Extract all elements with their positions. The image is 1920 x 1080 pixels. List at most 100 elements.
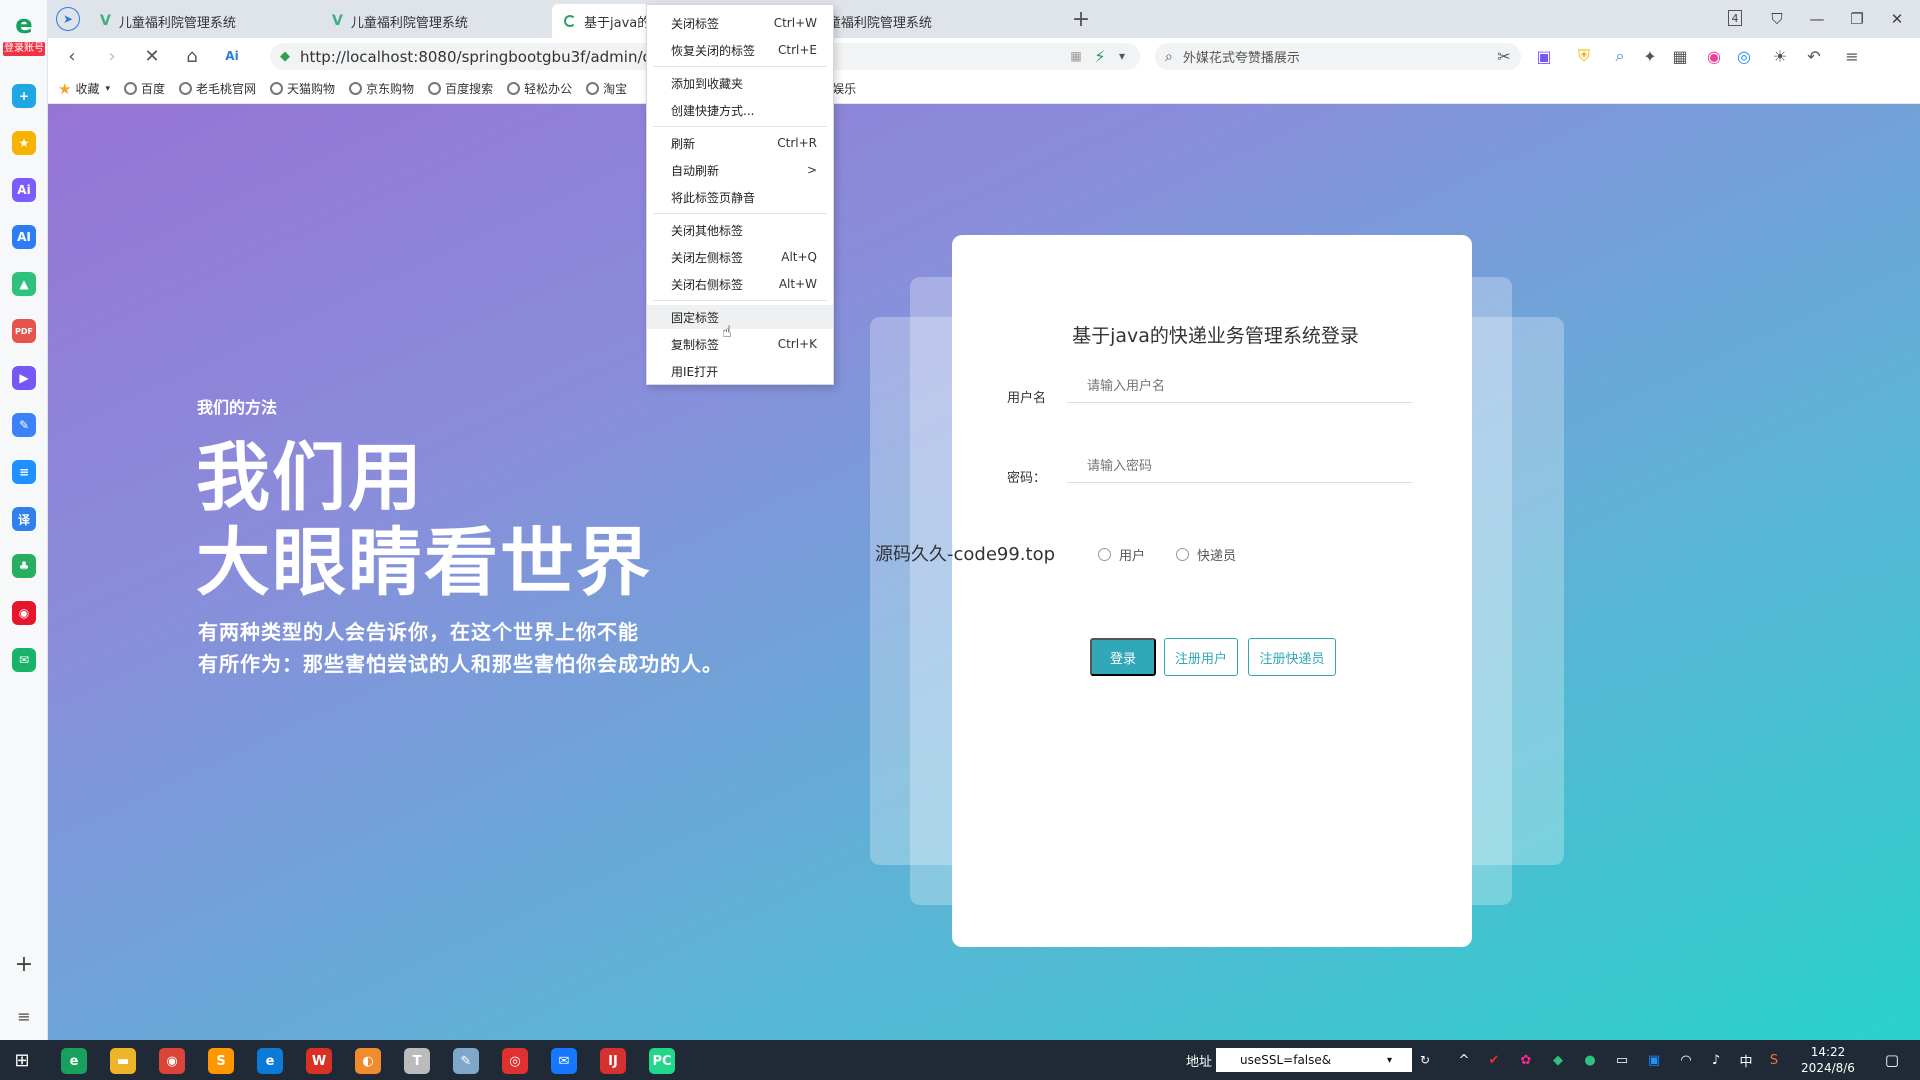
taskbar-netease[interactable]: ◎ — [502, 1048, 528, 1074]
search-box[interactable]: ⌕ 外媒花式夸赞播展示 — [1155, 43, 1521, 70]
translate-icon[interactable]: 译 — [12, 507, 36, 531]
brightness-icon[interactable]: ☀ — [1768, 44, 1792, 68]
tray-flower-icon[interactable]: ✿ — [1516, 1050, 1536, 1070]
taskbar-typora[interactable]: T — [404, 1048, 430, 1074]
bookmark-item[interactable]: 百度 — [124, 80, 165, 97]
taskbar-game[interactable]: ◐ — [355, 1048, 381, 1074]
tray-green-icon[interactable]: ◆ — [1548, 1050, 1568, 1070]
menu-item[interactable]: 关闭其他标签 — [647, 218, 833, 242]
add-app-icon[interactable]: + — [12, 952, 36, 977]
menu-item[interactable]: 关闭右侧标签 Alt+W — [647, 272, 833, 296]
back-icon[interactable]: ‹ — [60, 44, 84, 68]
tab-count-badge[interactable]: 4 — [1728, 10, 1742, 26]
restore-icon[interactable]: ❐ — [1844, 6, 1870, 32]
bookmark-item[interactable]: ★ 收藏 ▾ — [58, 80, 110, 98]
bookmark-item[interactable]: 老毛桃官网 — [179, 80, 256, 97]
sogou-ime-icon[interactable]: S — [1764, 1050, 1784, 1070]
browser-logo[interactable]: e 登录账号 — [2, 10, 46, 60]
taskbar-file-explorer[interactable]: ▬ — [110, 1048, 136, 1074]
system-clock[interactable]: 14:22 2024/8/6 — [1786, 1044, 1870, 1076]
undo-icon[interactable]: ↶ — [1802, 44, 1826, 68]
shield-icon[interactable]: ⛨ — [1572, 44, 1596, 68]
apps-grid-icon[interactable]: ▦ — [1668, 44, 1692, 68]
qr-code-icon[interactable]: ▦ — [1064, 44, 1088, 68]
tray-wechat-icon[interactable]: ● — [1580, 1050, 1600, 1070]
main-menu-icon[interactable]: ≡ — [1840, 44, 1864, 68]
register-courier-button[interactable]: 注册快递员 — [1248, 638, 1336, 676]
menu-item[interactable]: 复制标签 Ctrl+K — [647, 332, 833, 356]
taskbar-address-value[interactable]: useSSL=false& — [1240, 1053, 1331, 1067]
stop-loading-icon[interactable]: ✕ — [140, 44, 164, 68]
bookmark-item[interactable]: 淘宝 — [586, 80, 627, 97]
taskbar-intellij[interactable]: IJ — [600, 1048, 626, 1074]
ai-assistant-icon[interactable]: Ai — [12, 178, 36, 202]
menu-item[interactable]: 用IE打开 — [647, 359, 833, 383]
home-icon[interactable]: ⌂ — [180, 44, 204, 68]
bookmark-item[interactable]: 百度搜索 — [428, 80, 493, 97]
menu-item[interactable]: 关闭左侧标签 Alt+Q — [647, 245, 833, 269]
mail-icon[interactable]: ✉ — [12, 648, 36, 672]
wifi-icon[interactable]: ◠ — [1676, 1050, 1696, 1070]
menu-item[interactable]: 创建快捷方式... — [647, 98, 833, 122]
new-tab-icon[interactable]: + — [1068, 6, 1094, 32]
forward-icon[interactable]: › — [100, 44, 124, 68]
tab-2[interactable]: V 儿童福利院管理系统 — [320, 4, 550, 38]
speed-mode-icon[interactable]: ⚡ — [1088, 44, 1112, 68]
tab-1[interactable]: V 儿童福利院管理系统 — [88, 4, 318, 38]
role-radio-courier[interactable]: 快递员 — [1176, 545, 1236, 564]
role-radio-user[interactable]: 用户 — [1098, 545, 1145, 564]
menu-list-icon[interactable]: ≡ — [12, 1004, 36, 1028]
pdf-icon[interactable]: PDF — [12, 319, 36, 343]
taskbar-edge[interactable]: e — [257, 1048, 283, 1074]
cut-icon[interactable]: ✂ — [1492, 44, 1516, 68]
address-url[interactable]: http://localhost:8080/springbootgbu3f/ad… — [300, 48, 675, 66]
notification-icon[interactable]: ▢ — [1880, 1048, 1904, 1072]
skin-icon[interactable]: ⛉ — [1764, 6, 1790, 32]
taskbar-address-input[interactable]: useSSL=false& ▾ ↻ — [1216, 1048, 1430, 1072]
menu-item[interactable]: 将此标签页静音 — [647, 185, 833, 209]
tray-expand-icon[interactable]: ^ — [1454, 1050, 1474, 1070]
taskbar-chrome[interactable]: ◉ — [159, 1048, 185, 1074]
close-window-icon[interactable]: ✕ — [1884, 6, 1910, 32]
menu-item[interactable]: 自动刷新 > — [647, 158, 833, 182]
tray-antivirus-icon[interactable]: ✔ — [1484, 1050, 1504, 1070]
username-input[interactable] — [1067, 371, 1412, 403]
taskbar-notes[interactable]: ✎ — [453, 1048, 479, 1074]
login-account-badge[interactable]: 登录账号 — [3, 42, 45, 56]
menu-item[interactable]: 恢复关闭的标签 Ctrl+E — [647, 38, 833, 62]
app-add-icon[interactable]: + — [12, 84, 36, 108]
password-input[interactable] — [1067, 451, 1412, 483]
ie-icon[interactable]: ◎ — [1732, 44, 1756, 68]
ai-icon[interactable]: Ai — [220, 44, 244, 68]
colorful-app-icon[interactable]: ◉ — [1702, 44, 1726, 68]
image-icon[interactable]: ▲ — [12, 272, 36, 296]
game-icon[interactable]: ♣ — [12, 554, 36, 578]
favorites-icon[interactable]: ★ — [12, 131, 36, 155]
video-icon[interactable]: ▶ — [12, 366, 36, 390]
translate-tool-icon[interactable]: ▣ — [1532, 44, 1556, 68]
tray-battery-icon[interactable]: ▭ — [1612, 1050, 1632, 1070]
site-security-icon[interactable]: ◆ — [280, 49, 290, 64]
bookmark-item[interactable]: 轻松办公 — [507, 80, 572, 97]
menu-item[interactable]: 添加到收藏夹 — [647, 71, 833, 95]
radio-circle[interactable] — [1098, 548, 1111, 561]
find-icon[interactable]: ⌕ — [1608, 44, 1632, 68]
bookmark-item[interactable]: 天猫购物 — [270, 80, 335, 97]
menu-item[interactable]: 固定标签 — [647, 305, 833, 329]
taskbar-qq-mail[interactable]: ✉ — [551, 1048, 577, 1074]
notes-icon[interactable]: ✎ — [12, 413, 36, 437]
chevron-down-icon[interactable]: ▾ — [105, 84, 110, 94]
register-user-button[interactable]: 注册用户 — [1164, 638, 1238, 676]
taskbar-sublime[interactable]: S — [208, 1048, 234, 1074]
extensions-icon[interactable]: ✦ — [1638, 44, 1662, 68]
taskbar-browser-360[interactable]: e — [61, 1048, 87, 1074]
minimize-icon[interactable]: — — [1804, 6, 1830, 32]
login-button[interactable]: 登录 — [1090, 638, 1156, 676]
bookmark-item[interactable]: 京东购物 — [349, 80, 414, 97]
radio-circle[interactable] — [1176, 548, 1189, 561]
ai-write-icon[interactable]: AI — [12, 225, 36, 249]
chevron-down-icon[interactable]: ▾ — [1387, 1055, 1392, 1066]
taskbar-wps[interactable]: W — [306, 1048, 332, 1074]
ime-indicator[interactable]: 中 — [1736, 1050, 1756, 1070]
doc-icon[interactable]: ≡ — [12, 460, 36, 484]
